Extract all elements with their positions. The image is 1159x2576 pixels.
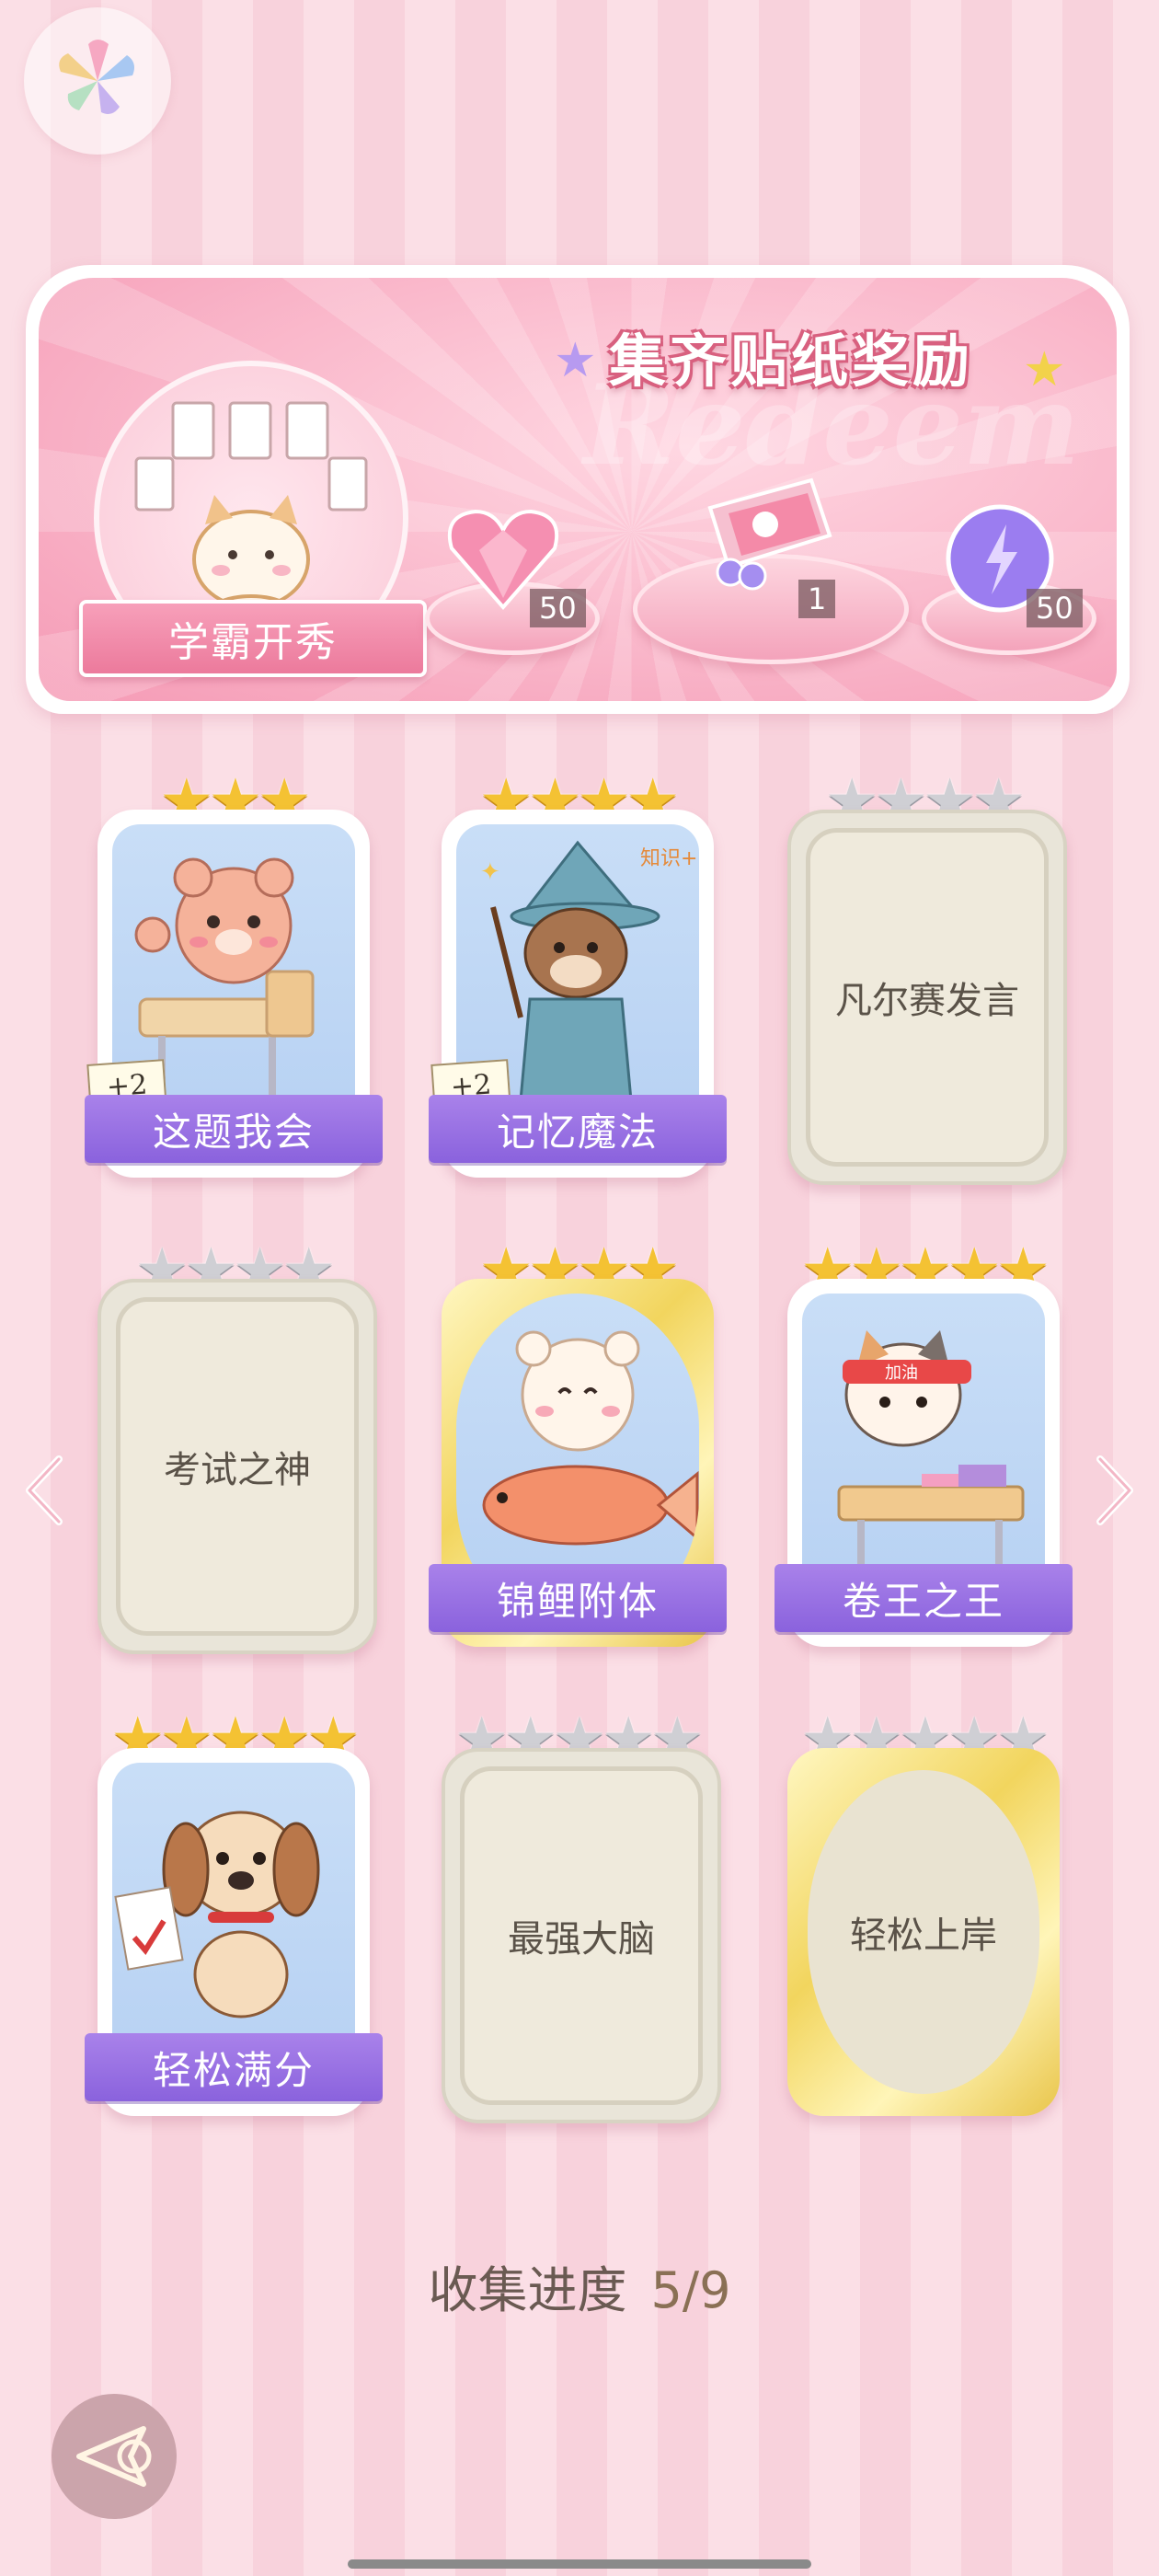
banner-background: Redeem ★ ★ 集齐贴纸奖励 学霸开秀 50 1 50 [39, 278, 1117, 701]
card-frame: 加油 卷王之王 [775, 1279, 1073, 1647]
banner-title: 集齐贴纸奖励 [609, 328, 974, 395]
card-name-plate: 轻松满分 [85, 2033, 383, 2101]
progress-label: 收集进度 [428, 2261, 627, 2319]
locked-card-face: 考试之神 [116, 1297, 359, 1636]
sticker-card-locked-gold[interactable]: ★ ★ ★ ★ ★ 轻松上岸 [787, 1709, 1063, 2116]
card-name: 轻松上岸 [850, 1915, 997, 1957]
card-name: 考试之神 [164, 1449, 311, 1491]
yellow-star-icon: ★ [1023, 342, 1066, 397]
card-frame: 凡尔赛发言 [787, 810, 1067, 1185]
reward-count-badge: 1 [798, 580, 836, 618]
svg-text:加油: 加油 [885, 1363, 918, 1383]
locked-card-face: 轻松上岸 [808, 1770, 1039, 2094]
card-name-plate: 这题我会 [85, 1095, 383, 1163]
reward-count-badge: 50 [1027, 589, 1083, 627]
ribbon-label: 学霸开秀 [79, 600, 427, 677]
collection-progress: 收集进度 5/9 [0, 2249, 1159, 2322]
card-frame: 轻松满分 [85, 1748, 383, 2116]
back-arrow-icon [76, 2426, 152, 2487]
purple-star-icon: ★ [554, 333, 597, 388]
card-frame: ✦ 知识+1 +2 记忆魔法 [429, 810, 727, 1178]
sticker-card-locked[interactable]: ★ ★ ★ ★ 考试之神 [98, 1240, 377, 1654]
sticker-card[interactable]: ★ ★ ★ +2 这题我会 [85, 771, 383, 1178]
home-indicator [348, 2559, 811, 2569]
card-frame: +2 这题我会 [85, 810, 383, 1178]
card-name-plate: 卷王之王 [775, 1564, 1073, 1632]
sticker-card-gold[interactable]: ★ ★ ★ ★ 锦鲤附体 [429, 1240, 727, 1647]
card-name: 最强大脑 [508, 1918, 655, 1961]
svg-text:知识+1: 知识+1 [640, 847, 699, 870]
app-logo [24, 7, 171, 155]
reward-count-badge: 50 [530, 589, 586, 627]
progress-value: 5/9 [650, 2261, 731, 2319]
sticker-card[interactable]: ★★★★ ✦ 知识+1 +2 记忆魔法 [429, 771, 727, 1178]
locked-card-face: 凡尔赛发言 [806, 828, 1049, 1167]
card-name-plate: 记忆魔法 [429, 1095, 727, 1163]
card-frame: 考试之神 [98, 1279, 377, 1654]
card-frame: 锦鲤附体 [429, 1279, 727, 1647]
gift-box-icon[interactable] [673, 453, 857, 600]
prev-page-chevron-icon[interactable] [18, 1454, 74, 1527]
locked-card-face: 最强大脑 [460, 1766, 703, 2105]
card-frame: 最强大脑 [442, 1748, 721, 2123]
sticker-card-locked[interactable]: ★ ★ ★ ★ ★ 最强大脑 [442, 1709, 721, 2123]
sticker-card-locked[interactable]: ★ ★ ★ ★ 凡尔赛发言 [787, 771, 1067, 1185]
svg-text:✦: ✦ [480, 858, 500, 886]
collection-reward-banner: Redeem ★ ★ 集齐贴纸奖励 学霸开秀 50 1 50 [26, 265, 1130, 714]
next-page-chevron-icon[interactable] [1085, 1454, 1141, 1527]
back-button[interactable] [52, 2394, 177, 2519]
card-frame: 轻松上岸 [787, 1748, 1060, 2116]
sticker-card[interactable]: ★ ★ ★ ★ ★ 加油 卷王之王 [775, 1240, 1073, 1647]
sticker-card[interactable]: ★ ★ ★ ★ ★ 轻松满分 [85, 1709, 383, 2116]
card-name: 凡尔赛发言 [835, 980, 1019, 1022]
card-name-plate: 锦鲤附体 [429, 1564, 727, 1632]
